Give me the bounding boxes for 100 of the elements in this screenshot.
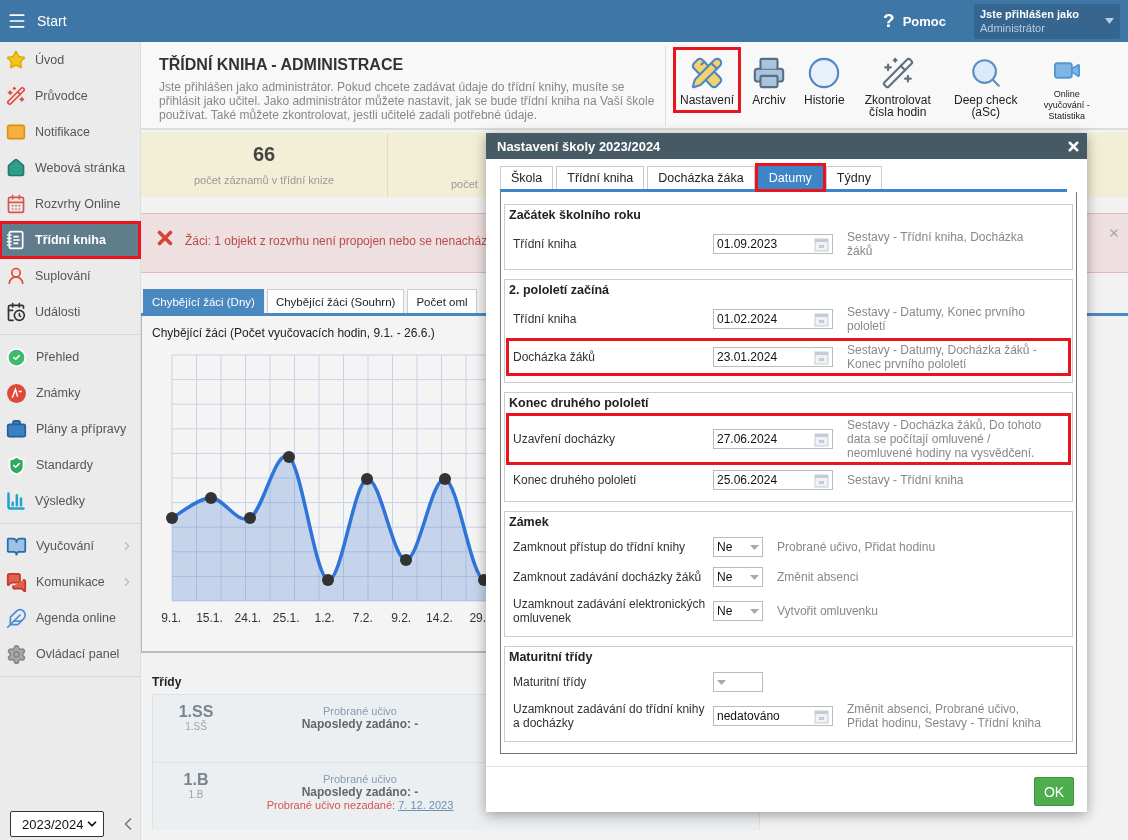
field-label: Uzamknout zadávání elektronických omluvenek <box>513 597 707 625</box>
sidebar-item[interactable]: Průvodce <box>0 78 140 114</box>
class-code: 1.B <box>183 771 209 789</box>
field-description: Vytvořit omluvenku <box>777 604 879 618</box>
sidebar-item[interactable]: Plány a přípravy <box>0 411 140 447</box>
tab[interactable]: Chybějící žáci (Dny) <box>143 289 264 313</box>
date-field[interactable]: 27.06.2024 <box>713 429 833 449</box>
house-icon <box>6 158 26 178</box>
select-field[interactable]: Ne <box>713 601 763 621</box>
toolbar-button[interactable]: Nastavení <box>673 47 742 113</box>
calendar-icon[interactable] <box>814 431 829 447</box>
field-label: Uzamknout zadávání do třídní knihy a docházky <box>513 702 706 730</box>
date-field[interactable]: 01.02.2024 <box>713 309 833 329</box>
year-select[interactable]: 2023/2024 <box>10 811 104 837</box>
axis-label: 25.1. <box>271 611 301 625</box>
chart-title: Chybějící žáci (Počet vyučovacích hodin, 9.1. - 26.6.) <box>152 326 435 340</box>
group-title: Zámek <box>509 515 550 529</box>
date-field[interactable]: 25.06.2024 <box>713 470 833 490</box>
data-point <box>166 512 178 524</box>
page-description: Jste přihlášen jako administrátor. Pokud chcete zadávat údaje do třídní knihy, musíte se přihlásit jako učitel. Jako administrátor můžete nastavit, jak se bude třídní kniha na Vaší škole používat. Také můžete zkontrolovat, jestli učitelé zadali potřebné údaje. <box>159 80 656 122</box>
toolbar-button[interactable]: Archiv <box>745 47 794 125</box>
close-icon[interactable] <box>1066 138 1081 154</box>
select-field[interactable] <box>713 672 763 692</box>
select-field[interactable]: Ne <box>713 567 763 587</box>
calendar-icon[interactable] <box>814 708 829 724</box>
tab[interactable]: Třídní kniha <box>556 166 645 189</box>
tab[interactable]: Počet oml <box>407 289 477 313</box>
page-title: TŘÍDNÍ KNIHA - ADMINISTRACE <box>159 56 405 74</box>
notebook-icon <box>6 230 26 250</box>
class-code: 1.SS <box>178 703 214 720</box>
group-title: Konec druhého pololetí <box>509 396 650 410</box>
calendar-icon[interactable] <box>814 311 829 327</box>
field-label: Zamknout přístup do třídní knihy <box>513 540 687 554</box>
date-field[interactable]: nedatováno <box>713 706 833 726</box>
sidebar-item[interactable]: Události <box>0 294 140 330</box>
magic-wand-icon <box>880 56 915 90</box>
data-point <box>439 473 451 485</box>
calendar-icon[interactable] <box>814 472 829 488</box>
sidebar-item[interactable]: Rozvrhy Online <box>0 186 140 222</box>
toolbar-button[interactable]: Historie <box>797 47 852 125</box>
calendar-icon[interactable] <box>814 236 829 252</box>
star-icon <box>6 50 26 70</box>
toolbar-button[interactable]: Deep check (aSc) <box>943 47 1028 125</box>
sidebar-item[interactable]: Úvod <box>0 42 140 78</box>
magic-wand-icon <box>6 86 26 106</box>
select-field[interactable]: Ne <box>713 537 763 557</box>
sidebar-item[interactable]: Ovládací panel <box>0 636 140 672</box>
tab[interactable]: Chybějící žáci (Souhrn) <box>266 289 405 313</box>
printer-icon <box>752 56 787 90</box>
sidebar-item[interactable]: Komunikace <box>0 564 140 600</box>
data-point <box>205 492 217 504</box>
field-description: Sestavy - Datumy, Docházka žáků - Konec prvního pololetí <box>847 343 1038 371</box>
login-dropdown[interactable]: Jste přihlášen jako Administrátor <box>974 3 1120 39</box>
toolbar-button[interactable]: Online vyučování - Statistika <box>1031 47 1102 125</box>
data-point <box>244 512 256 524</box>
axis-label: 1.2. <box>313 611 336 625</box>
field-description: Sestavy - Docházka žáků, Do tohoto data se počítají omluvené / neomluvené hodiny na vysvědčení. <box>847 418 1043 460</box>
sidebar-item[interactable]: Vyučování <box>0 528 140 564</box>
field-description: Sestavy - Třídní kniha <box>847 473 965 487</box>
grade-badge-icon <box>6 382 27 404</box>
sidebar-item[interactable]: Suplování <box>0 258 140 294</box>
stat-label: počet <box>451 178 478 190</box>
help-button[interactable]: ? Pomoc <box>877 9 952 33</box>
person-icon <box>6 266 26 286</box>
tab[interactable]: Docházka žáka <box>647 166 755 189</box>
calendar-icon <box>6 194 26 214</box>
tab[interactable]: Týdny <box>825 166 882 189</box>
sidebar-item[interactable]: Notifikace <box>0 114 140 150</box>
calendar-icon[interactable] <box>814 349 829 365</box>
section-title: Třídy <box>152 675 182 689</box>
tab[interactable]: Datumy <box>757 166 823 189</box>
caret-icon <box>750 608 759 614</box>
field-label: Zamknout zadávání docházky žáků <box>513 570 703 584</box>
caret-icon <box>750 544 759 550</box>
axis-label: 9.1. <box>160 611 183 625</box>
sidebar-item[interactable]: Třídní kniha <box>0 222 140 258</box>
group-title: Maturitní třídy <box>509 650 594 664</box>
sidebar-item[interactable]: Agenda online <box>0 600 140 636</box>
sidebar-item[interactable]: Přehled <box>0 339 140 375</box>
sidebar-item[interactable]: Webová stránka <box>0 150 140 186</box>
axis-label: 7.2. <box>351 611 374 625</box>
field-label: Docházka žáků <box>513 350 597 364</box>
sidebar-item[interactable]: Standardy <box>0 447 140 483</box>
field-description: Sestavy - Datumy, Konec prvního pololetí <box>847 305 1026 333</box>
field-label: Třídní kniha <box>513 312 578 326</box>
date-field[interactable]: 01.09.2023 <box>713 234 833 254</box>
caret-icon <box>1105 18 1114 24</box>
toolbar-button[interactable]: Zkontrolovat čísla hodin <box>855 47 940 125</box>
book-icon <box>6 535 27 557</box>
start-menu-button[interactable]: Start <box>7 11 67 31</box>
tab[interactable]: Škola <box>500 166 554 189</box>
date-field[interactable]: 23.01.2024 <box>713 347 833 367</box>
chat-icon <box>6 571 27 593</box>
axis-label: 29. <box>468 611 488 625</box>
data-point <box>361 473 373 485</box>
stat-value: 66 <box>252 143 276 166</box>
caret-icon <box>717 679 726 685</box>
last-entry: Naposledy zadáno: - <box>301 717 419 731</box>
sidebar-item[interactable]: Známky <box>0 375 140 411</box>
sidebar-item[interactable]: Výsledky <box>0 483 140 519</box>
